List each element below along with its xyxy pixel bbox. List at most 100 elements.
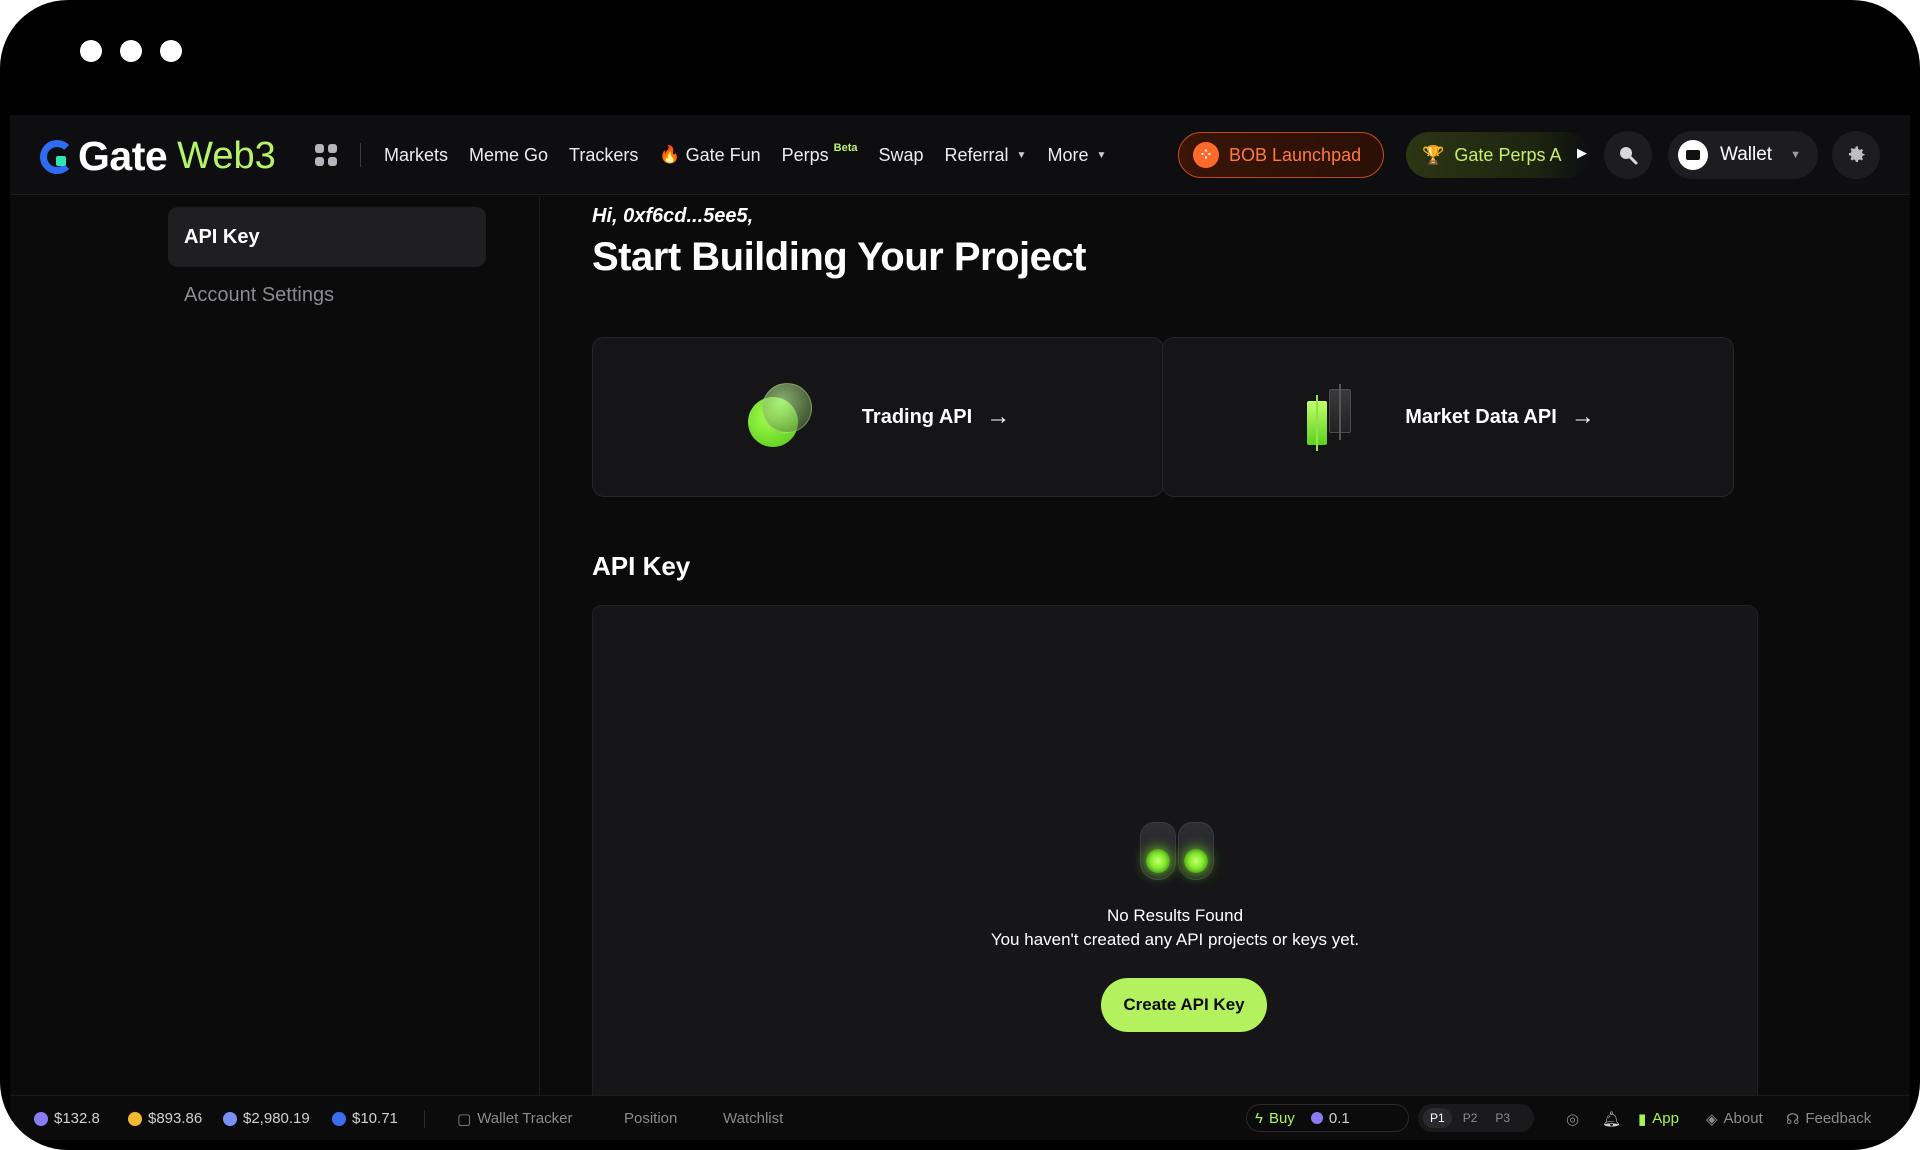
gear-icon (1848, 146, 1865, 163)
top-nav: Gate Web3 Markets Meme Go Trackers 🔥 Gat… (10, 115, 1910, 195)
nav-markets[interactable]: Markets (384, 145, 448, 166)
empty-state-title: No Results Found (1106, 906, 1244, 925)
buy-label: Buy (1268, 1109, 1295, 1127)
create-api-key-button[interactable]: Create API Key (1101, 978, 1267, 1032)
caret-down-icon: ▼ (1096, 149, 1107, 161)
sui-icon (332, 1111, 346, 1126)
nav-trackers[interactable]: Trackers (569, 145, 638, 166)
bob-icon: ⁘ (1193, 142, 1219, 168)
about-link[interactable]: ◈ About (1706, 1096, 1763, 1140)
trading-api-label-group: Trading API → (862, 403, 1010, 431)
app-screen: Gate Web3 Markets Meme Go Trackers 🔥 Gat… (10, 115, 1910, 1140)
wallet-button[interactable]: Wallet ▼ (1668, 131, 1818, 179)
wallet-label: Wallet (1720, 144, 1773, 165)
beta-badge: Beta (833, 142, 858, 154)
feedback-label: Feedback (1805, 1110, 1872, 1127)
app-link[interactable]: ▮ App (1638, 1096, 1679, 1140)
market-data-api-label-group: Market Data API → (1405, 403, 1595, 431)
tab-position[interactable]: Position (624, 1096, 677, 1140)
price-eth[interactable]: $2,980.19 (223, 1096, 310, 1140)
logo-text-web3: Web3 (177, 135, 276, 177)
bnb-icon (128, 1111, 142, 1126)
tab-label: Position (624, 1110, 678, 1127)
search-button[interactable] (1604, 131, 1652, 179)
nav-label: Referral (944, 144, 1009, 165)
nav-label: Meme Go (469, 144, 549, 165)
flame-icon: 🔥 (659, 145, 681, 164)
preset-p2[interactable]: P2 (1456, 1108, 1485, 1128)
bell-icon[interactable]: 🔔︎ (1602, 1096, 1621, 1140)
preset-p3[interactable]: P3 (1488, 1108, 1517, 1128)
page-title: Start Building Your Project (592, 235, 1086, 279)
nav-swap[interactable]: Swap (878, 145, 923, 166)
about-label: About (1723, 1110, 1763, 1127)
nav-referral[interactable]: Referral ▼ (945, 145, 1027, 166)
phone-icon: ▮ (1638, 1110, 1647, 1128)
tab-wallet-tracker[interactable]: ▢ Wallet Tracker (457, 1096, 572, 1140)
settings-button[interactable] (1832, 131, 1880, 179)
nav-more[interactable]: More ▼ (1047, 145, 1106, 166)
caret-down-icon: ▼ (1790, 149, 1801, 161)
banner-next-icon[interactable]: ▶ (1577, 145, 1587, 161)
window-frame: Gate Web3 Markets Meme Go Trackers 🔥 Gat… (0, 0, 1920, 1150)
gate-perps-banner[interactable]: 🏆 Gate Perps A (1406, 132, 1590, 178)
price-sui[interactable]: $10.71 (332, 1096, 398, 1140)
status-bar: $132.8 $893.86 $2,980.19 $10.71 ▢ Wallet… (10, 1095, 1910, 1140)
preset-selector: P1 P2 P3 (1418, 1104, 1534, 1132)
greeting-text: Hi, 0xf6cd...5ee5, (592, 205, 754, 227)
nav-perps[interactable]: Perps Beta (781, 142, 858, 166)
bob-launchpad-button[interactable]: ⁘ BOB Launchpad (1178, 132, 1384, 178)
quick-buy-control[interactable]: ϟ Buy 0.1 (1246, 1104, 1409, 1132)
gate-web3-logo[interactable]: Gate Web3 (40, 133, 276, 180)
buy-amount[interactable]: 0.1 (1329, 1110, 1350, 1127)
window-controls (80, 40, 182, 62)
trading-api-card[interactable]: Trading API → (592, 337, 1164, 497)
empty-state-subtitle: You haven't created any API projects or … (990, 930, 1360, 949)
sidebar-item-api-key[interactable]: API Key (168, 207, 486, 267)
layers-icon: ◈ (1706, 1110, 1718, 1128)
market-data-api-card[interactable]: Market Data API → (1162, 337, 1734, 497)
sol-icon (34, 1111, 48, 1126)
price-sol[interactable]: $132.8 (34, 1096, 100, 1140)
tab-watchlist[interactable]: Watchlist (723, 1096, 783, 1140)
nav-label: Trackers (569, 144, 639, 165)
nav-label: More (1047, 144, 1089, 165)
footer-divider (424, 1110, 425, 1128)
feedback-link[interactable]: ☊ Feedback (1786, 1096, 1871, 1140)
nav-meme-go[interactable]: Meme Go (469, 145, 548, 166)
window-dot-1[interactable] (80, 40, 102, 62)
market-data-api-label: Market Data API (1405, 405, 1557, 428)
binoculars-icon (1138, 812, 1216, 884)
price-value: $10.71 (352, 1110, 398, 1127)
eth-icon (223, 1111, 237, 1126)
arrow-right-icon: → (986, 403, 1011, 430)
preset-p1[interactable]: P1 (1423, 1108, 1452, 1128)
arrow-right-icon: → (1570, 403, 1595, 430)
tab-label: Wallet Tracker (477, 1110, 573, 1127)
nav-divider (360, 143, 361, 167)
price-value: $132.8 (54, 1110, 100, 1127)
price-value: $893.86 (148, 1110, 203, 1127)
window-dot-3[interactable] (160, 40, 182, 62)
trophy-icon: 🏆 (1422, 144, 1445, 165)
candlestick-icon (1301, 383, 1357, 451)
price-bnb[interactable]: $893.86 (128, 1096, 202, 1140)
target-icon[interactable]: ◎ (1566, 1096, 1579, 1140)
tab-label: Watchlist (723, 1110, 784, 1127)
logo-text-gate: Gate (78, 133, 168, 179)
sidebar: API Key Account Settings (10, 196, 540, 1096)
sidebar-item-account-settings[interactable]: Account Settings (184, 284, 334, 307)
nav-label: Swap (878, 144, 924, 165)
gate-logo-icon (40, 139, 74, 174)
trading-api-label: Trading API (861, 405, 973, 428)
nav-label: Perps (781, 144, 829, 165)
window-dot-2[interactable] (120, 40, 142, 62)
nav-label: Markets (384, 144, 449, 165)
nav-gate-fun[interactable]: 🔥 Gate Fun (659, 145, 760, 166)
sol-icon (1310, 1112, 1323, 1124)
lightning-icon: ϟ (1255, 1109, 1263, 1127)
gate-perps-label: Gate Perps A (1454, 144, 1562, 165)
price-value: $2,980.19 (243, 1110, 310, 1127)
app-label: App (1652, 1110, 1679, 1127)
apps-grid-icon[interactable] (315, 144, 337, 166)
